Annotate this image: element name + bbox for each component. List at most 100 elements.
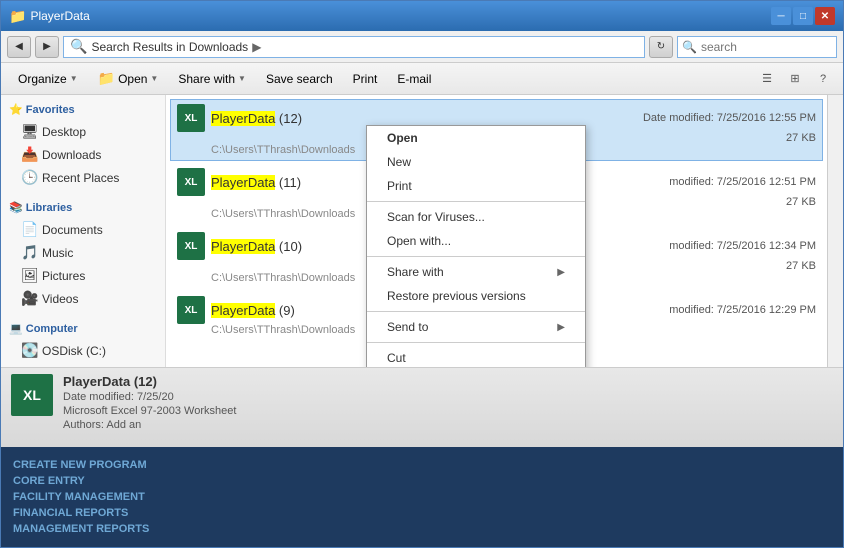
title-bar: 📁 PlayerData ─ □ ✕ [1, 1, 843, 31]
organize-button[interactable]: Organize ▼ [9, 67, 87, 91]
save-search-button[interactable]: Save search [257, 67, 342, 91]
search-box[interactable]: 🔍 [677, 36, 837, 58]
context-menu-scan[interactable]: Scan for Viruses... [367, 205, 585, 229]
recent-icon: 🕒 [21, 169, 37, 186]
open-button[interactable]: 📁 Open ▼ [89, 67, 168, 91]
main-content: ⭐ Favorites 🖥 Desktop 📥 Downloads 🕒 Rece… [1, 95, 843, 367]
window-icon: 📁 [9, 8, 26, 25]
close-button[interactable]: ✕ [815, 7, 835, 25]
context-menu-open-with[interactable]: Open with... [367, 229, 585, 253]
open-dropdown-arrow: ▼ [150, 74, 158, 83]
computer-icon: 💻 [9, 323, 23, 335]
window-title: PlayerData [30, 9, 89, 23]
context-menu-share-with[interactable]: Share with ▶ [367, 260, 585, 284]
pictures-label: Pictures [42, 269, 85, 283]
help-button[interactable]: ? [811, 68, 835, 90]
context-menu-restore[interactable]: Restore previous versions [367, 284, 585, 308]
address-arrow: ▶ [252, 40, 261, 54]
separator-2 [367, 256, 585, 257]
favorites-section: ⭐ Favorites 🖥 Desktop 📥 Downloads 🕒 Rece… [1, 95, 165, 193]
osdisk-icon: 💽 [21, 342, 37, 359]
context-open-with-label: Open with... [387, 234, 451, 248]
file-size: 27 KB [786, 260, 816, 272]
sidebar-item-pictures[interactable]: 🖼 Pictures [1, 264, 165, 287]
file-date: modified: 7/25/2016 12:51 PM [669, 176, 816, 188]
music-label: Music [42, 246, 73, 260]
file-size: 27 KB [786, 196, 816, 208]
nav-item-facility[interactable]: FACILITY MANAGEMENT [13, 491, 831, 503]
file-item-name: XL PlayerData (11) [177, 168, 301, 196]
context-menu-new[interactable]: New [367, 150, 585, 174]
print-button[interactable]: Print [344, 67, 387, 91]
sidebar-item-osdisk[interactable]: 💽 OSDisk (C:) [1, 339, 165, 362]
address-text: Search Results in Downloads [91, 40, 248, 54]
context-print-label: Print [387, 179, 412, 193]
main-window: 📁 PlayerData ─ □ ✕ ◀ ▶ 🔍 Search Results … [0, 0, 844, 548]
favorites-header[interactable]: ⭐ Favorites [1, 99, 165, 120]
status-date: Date modified: 7/25/20 [63, 391, 236, 403]
favorites-star-icon: ⭐ [9, 104, 23, 116]
file-item-name: XL PlayerData (9) [177, 296, 295, 324]
excel-icon: XL [177, 232, 205, 260]
share-with-label: Share with [178, 72, 235, 86]
address-folder-icon: 🔍 [70, 38, 87, 55]
search-icon: 🔍 [682, 40, 697, 54]
status-authors: Authors: Add an [63, 419, 236, 431]
address-field[interactable]: 🔍 Search Results in Downloads ▶ [63, 36, 645, 58]
file-name: PlayerData (12) [211, 111, 302, 126]
share-with-button[interactable]: Share with ▼ [169, 67, 255, 91]
view-icons-button[interactable]: ⊞ [783, 68, 807, 90]
computer-section: 💻 Computer 💽 OSDisk (C:) [1, 314, 165, 366]
computer-header[interactable]: 💻 Computer [1, 318, 165, 339]
nav-item-management[interactable]: MANAGEMENT REPORTS [13, 523, 831, 535]
sidebar: ⭐ Favorites 🖥 Desktop 📥 Downloads 🕒 Rece… [1, 95, 166, 367]
sidebar-item-documents[interactable]: 📄 Documents [1, 218, 165, 241]
context-menu: Open New Print Scan for Viruses... Open … [366, 125, 586, 367]
context-new-label: New [387, 155, 411, 169]
status-filename: PlayerData (12) [63, 374, 236, 389]
context-menu-cut[interactable]: Cut [367, 346, 585, 367]
minimize-button[interactable]: ─ [771, 7, 791, 25]
status-info: PlayerData (12) Date modified: 7/25/20 M… [63, 374, 236, 431]
context-menu-print[interactable]: Print [367, 174, 585, 198]
sidebar-item-videos[interactable]: 🎥 Videos [1, 287, 165, 310]
sidebar-item-downloads[interactable]: 📥 Downloads [1, 143, 165, 166]
authors-value: Add an [106, 419, 141, 431]
back-button[interactable]: ◀ [7, 36, 31, 58]
search-input[interactable] [701, 40, 832, 54]
videos-label: Videos [42, 292, 78, 306]
nav-item-core[interactable]: CORE ENTRY [13, 475, 831, 487]
sidebar-item-recent[interactable]: 🕒 Recent Places [1, 166, 165, 189]
context-share-label: Share with [387, 265, 444, 279]
maximize-button[interactable]: □ [793, 7, 813, 25]
context-scan-label: Scan for Viruses... [387, 210, 485, 224]
refresh-button[interactable]: ↻ [649, 36, 673, 58]
file-area-wrapper: XL PlayerData (12) Date modified: 7/25/2… [166, 95, 843, 367]
libraries-icon: 📚 [9, 202, 23, 214]
address-bar: ◀ ▶ 🔍 Search Results in Downloads ▶ ↻ 🔍 [1, 31, 843, 63]
authors-label: Authors: [63, 419, 104, 431]
context-open-label: Open [387, 131, 418, 145]
email-button[interactable]: E-mail [388, 67, 440, 91]
print-label: Print [353, 72, 378, 86]
view-details-button[interactable]: ☰ [755, 68, 779, 90]
sidebar-item-desktop[interactable]: 🖥 Desktop [1, 120, 165, 143]
excel-icon: XL [177, 168, 205, 196]
sidebar-item-music[interactable]: 🎵 Music [1, 241, 165, 264]
libraries-header[interactable]: 📚 Libraries [1, 197, 165, 218]
forward-button[interactable]: ▶ [35, 36, 59, 58]
pictures-icon: 🖼 [21, 267, 37, 284]
file-name: PlayerData (10) [211, 239, 302, 254]
nav-item-financial[interactable]: FINANCIAL REPORTS [13, 507, 831, 519]
context-menu-send-to[interactable]: Send to ▶ [367, 315, 585, 339]
organize-dropdown-arrow: ▼ [70, 74, 78, 83]
context-cut-label: Cut [387, 351, 406, 365]
osdisk-label: OSDisk (C:) [42, 344, 106, 358]
email-label: E-mail [397, 72, 431, 86]
context-menu-open[interactable]: Open [367, 126, 585, 150]
downloads-label: Downloads [42, 148, 101, 162]
scroll-track[interactable] [827, 95, 843, 367]
nav-item-create[interactable]: CREATE NEW PROGRAM [13, 459, 831, 471]
separator-1 [367, 201, 585, 202]
file-size: 27 KB [786, 132, 816, 144]
